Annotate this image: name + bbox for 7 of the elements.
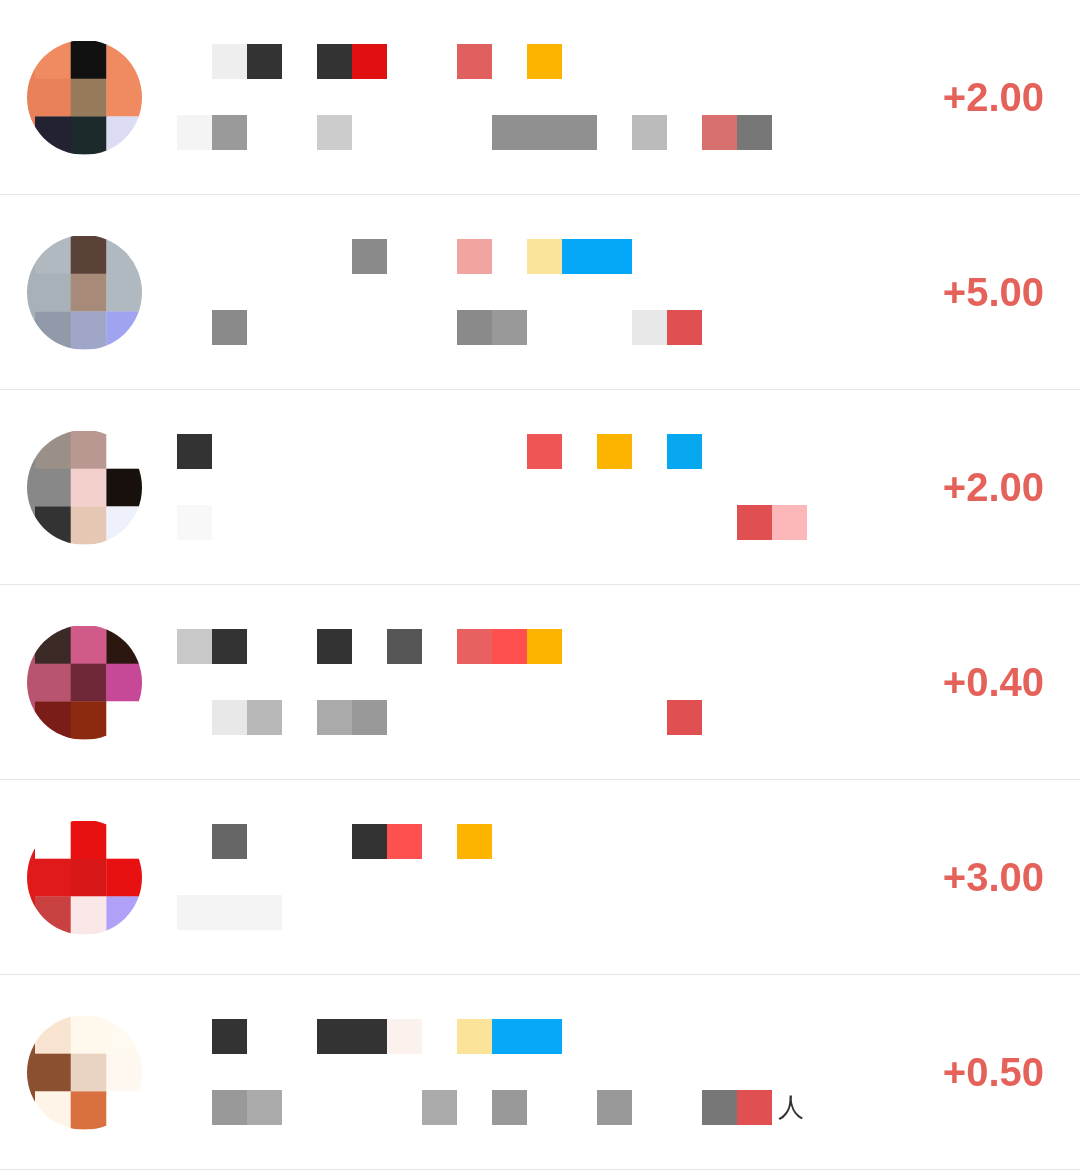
amount: +5.00 (942, 269, 1044, 315)
amount: +0.40 (942, 659, 1044, 705)
amount: +0.50 (942, 1049, 1044, 1095)
text-fragment: 人 (778, 1091, 804, 1124)
amount: +2.00 (942, 74, 1044, 120)
amount: +3.00 (942, 854, 1044, 900)
amount: +2.00 (942, 464, 1044, 510)
